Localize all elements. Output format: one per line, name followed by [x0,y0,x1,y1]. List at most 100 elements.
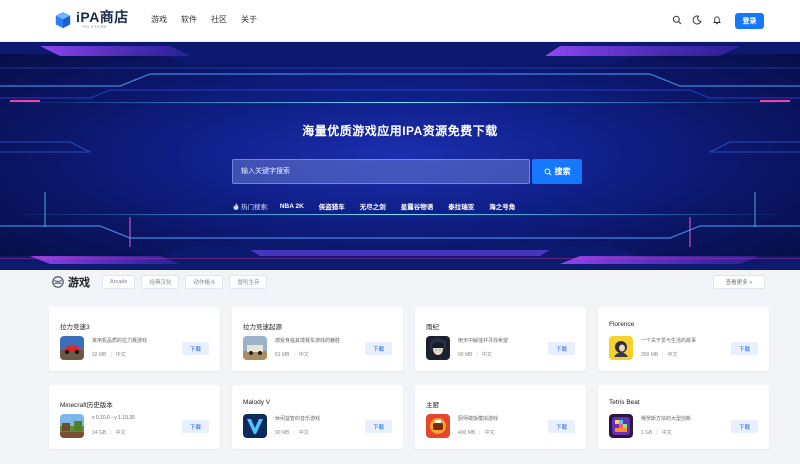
app-thumbnail [243,414,267,438]
app-description: 一个关于爱与生活的故事 [641,338,697,344]
hot-search-item[interactable]: NBA 2K [280,203,304,210]
app-description: 休闲益智的音乐游戏 [275,416,321,422]
app-card[interactable]: Malody V 休闲益智的音乐游戏 90 MB | 中文 下载 [232,385,403,449]
app-language: 中文 [115,352,126,358]
search-box [232,159,530,184]
download-button[interactable]: 下载 [182,342,209,355]
tag-action-fighting[interactable]: 动作格斗 [185,275,224,289]
meta-separator: | [479,430,481,436]
search-button-label: 搜索 [554,167,571,176]
app-meta: 81 MB | 中文 [275,351,309,358]
nav-item-about[interactable]: 关于 [241,14,257,25]
app-description: 厨师做饭模拟游戏 [458,416,499,422]
nav-item-community[interactable]: 社区 [211,14,227,25]
app-card[interactable]: Tetris Beat 俄罗斯方块的大型创新 1 GB | 中文 下载 [598,385,769,449]
app-thumbnail [60,336,84,360]
app-name: 雨纪 [426,324,439,331]
app-name: 拉力竞速起源 [243,324,282,331]
app-description: 掌用机品质的拉力赛游戏 [92,338,148,344]
app-thumbnail [609,414,633,438]
app-meta: 350 MB | 中文 [641,351,678,358]
meta-separator: | [476,352,478,358]
tag-arcade[interactable]: Arcade [102,275,136,289]
app-size: 90 MB [458,352,473,358]
meta-separator: | [110,430,112,436]
app-size: 90 MB [275,430,290,436]
top-header: iPA商店 IPA STORE 游戏 软件 社区 关于 登录 [0,0,800,42]
app-card[interactable]: Minecraft历史版本 v 0.10.0 - v 1.19.30 14 GB… [49,385,220,449]
search-input[interactable] [233,160,529,183]
nav-item-software[interactable]: 软件 [181,14,197,25]
download-button[interactable]: 下载 [182,420,209,433]
app-language: 中文 [661,430,672,436]
app-language: 中文 [481,352,492,358]
hot-search-item[interactable]: 无尽之剑 [360,201,386,211]
app-name: Malody V [243,399,271,406]
app-meta: 90 MB | 中文 [275,429,309,436]
app-card[interactable]: Florence 一个关于爱与生活的故事 350 MB | 中文 下载 [598,307,769,371]
download-button[interactable]: 下载 [365,420,392,433]
hot-search-item[interactable]: 海之号角 [489,201,515,211]
app-card[interactable]: 拉力竞速起源 感受身临其境赛车游戏的魅胜 81 MB | 中文 下载 [232,307,403,371]
bell-icon[interactable] [712,15,722,25]
app-thumbnail [426,414,450,438]
app-name: Florence [609,321,635,328]
search-button[interactable]: 搜索 [532,159,582,184]
hot-search-item[interactable]: 泰拉瑞亚 [448,201,474,211]
cube-logo-icon [55,11,71,28]
meta-separator: | [110,352,112,358]
moon-icon[interactable] [692,15,702,25]
app-description: v 0.10.0 - v 1.19.30 [92,415,135,421]
download-button[interactable]: 下载 [548,420,575,433]
logo-title: iPA商店 [76,9,129,25]
main-nav: 游戏 软件 社区 关于 [151,14,257,25]
app-language: 中文 [115,430,126,436]
app-meta: 400 MB | 中文 [458,429,495,436]
meta-separator: | [662,352,664,358]
download-button[interactable]: 下载 [731,420,758,433]
meta-separator: | [293,430,295,436]
app-grid: 拉力竞速3 掌用机品质的拉力赛游戏 92 MB | 中文 下载 拉力竞速起源 感受身… [49,307,769,449]
app-card[interactable]: 拉力竞速3 掌用机品质的拉力赛游戏 92 MB | 中文 下载 [49,307,220,371]
meta-separator: | [656,430,658,436]
download-button[interactable]: 下载 [548,342,575,355]
search-icon[interactable] [672,15,682,25]
app-language: 中文 [484,430,495,436]
app-name: 拉力竞速3 [60,324,90,331]
meta-separator: | [293,352,295,358]
logo[interactable]: iPA商店 IPA STORE [54,10,129,29]
app-language: 中文 [667,352,678,358]
app-name: Minecraft历史版本 [60,402,113,409]
hot-search-item[interactable]: 星露谷物语 [401,201,434,211]
app-meta: 1 GB | 中文 [641,429,672,436]
download-button[interactable]: 下载 [731,342,758,355]
hot-searches: 热门搜索: NBA 2K 侠盗猎车 无尽之剑 星露谷物语 泰拉瑞亚 海之号角 [233,201,530,211]
app-thumbnail [426,336,450,360]
games-section-header: 游戏 Arcade 经典汉化 动作格斗 冒险生存 [52,274,273,290]
app-card[interactable]: 主厨 厨师做饭模拟游戏 400 MB | 中文 下载 [415,385,586,449]
app-meta: 92 MB | 中文 [92,351,126,358]
header-actions [672,15,722,25]
nav-item-games[interactable]: 游戏 [151,14,167,25]
tag-classic-chinese[interactable]: 经典汉化 [141,275,180,289]
app-size: 350 MB [641,352,659,358]
view-more-button[interactable]: 查看更多 > [713,275,765,289]
app-name: Tetris Beat [609,399,640,406]
app-size: 81 MB [275,352,290,358]
app-description: 感受身临其境赛车游戏的魅胜 [275,338,341,344]
download-button[interactable]: 下载 [365,342,392,355]
tag-adventure-survival[interactable]: 冒险生存 [229,275,268,289]
app-description: 俄罗斯方块的大型创新 [641,416,692,422]
hot-search-item[interactable]: 侠盗猎车 [319,201,345,211]
app-size: 1 GB [641,430,653,436]
app-size: 92 MB [92,352,107,358]
app-size: 14 GB [92,430,107,436]
app-card[interactable]: 雨纪 雨天中解谜并寻找希望 90 MB | 中文 下载 [415,307,586,371]
app-thumbnail [243,336,267,360]
login-button[interactable]: 登录 [735,13,764,29]
hot-search-label-group: 热门搜索: [233,201,269,211]
hot-search-label: 热门搜索: [241,204,269,211]
hero-tech-background [0,42,800,270]
flame-icon [233,202,239,210]
section-title: 游戏 [68,277,90,289]
